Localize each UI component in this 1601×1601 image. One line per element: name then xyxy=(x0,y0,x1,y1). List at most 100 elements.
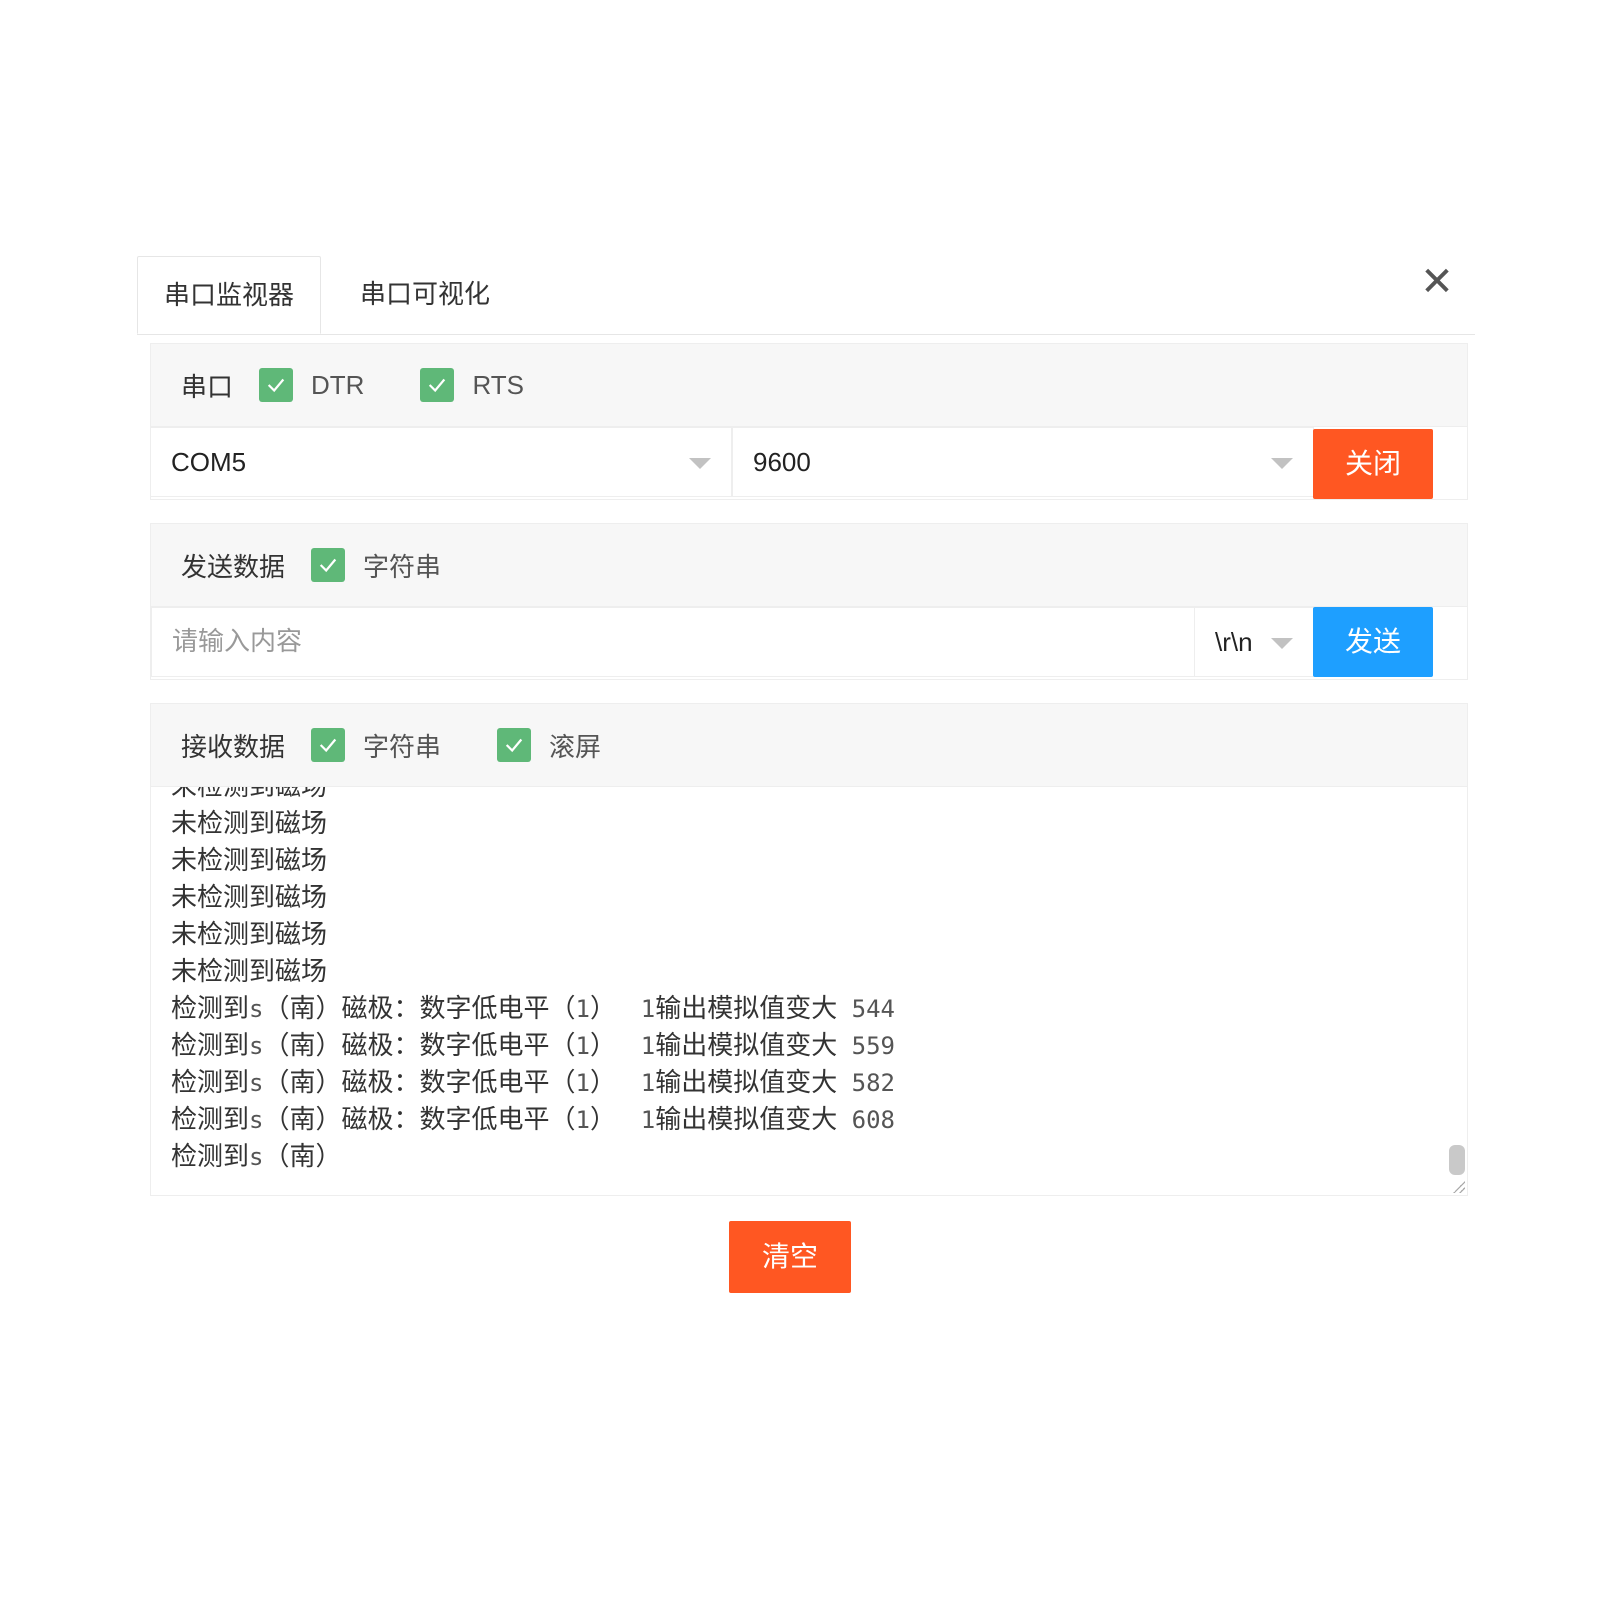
receive-line-segment: （南） xyxy=(263,1142,342,1172)
receive-line-segment: 未检测到磁场 xyxy=(171,846,328,876)
line-ending-select[interactable]: \r\n xyxy=(1194,607,1314,677)
receive-line-segment: 未检测到磁场 xyxy=(171,883,328,913)
close-icon[interactable]: ✕ xyxy=(1419,262,1455,302)
receive-line-segment: 检测到 xyxy=(171,1068,250,1098)
receive-line-segment: 输出模拟值变大 xyxy=(655,994,838,1024)
receive-line: 未检测到磁场 xyxy=(171,806,1447,843)
serial-port-section: 串口 DTR RTS COM5 9600 关闭 xyxy=(150,343,1468,500)
send-button[interactable]: 发送 xyxy=(1313,607,1433,677)
receive-line-segment: （南）磁极：数字低电平（ xyxy=(263,1105,576,1135)
send-data-label: 发送数据 xyxy=(181,552,286,583)
send-string-checkbox[interactable] xyxy=(311,548,346,582)
receive-line-segment: （南）磁极：数字低电平（ xyxy=(263,1031,576,1061)
receive-line-segment: 608 xyxy=(837,1106,895,1134)
chevron-down-icon xyxy=(689,458,711,469)
receive-line-segment: ） xyxy=(589,1068,641,1098)
receive-string-checkbox[interactable] xyxy=(311,728,346,762)
tab-serial-monitor[interactable]: 串口监视器 xyxy=(137,256,321,334)
receive-line-segment: 1 xyxy=(640,1032,656,1060)
receive-line-segment: ） xyxy=(589,1031,641,1061)
receive-line-segment: 未检测到磁场 xyxy=(171,787,328,802)
receive-line-segment: s xyxy=(249,1032,264,1060)
baud-rate-value: 9600 xyxy=(753,447,811,477)
check-icon xyxy=(429,378,446,393)
receive-line-segment: 输出模拟值变大 xyxy=(655,1068,838,1098)
send-string-label: 字符串 xyxy=(363,551,442,582)
resize-handle-icon[interactable] xyxy=(1453,1181,1465,1193)
receive-line-segment: 输出模拟值变大 xyxy=(655,1105,838,1135)
scrollbar-thumb[interactable] xyxy=(1449,1145,1465,1175)
check-icon xyxy=(319,558,337,573)
receive-line-segment: ） xyxy=(589,1105,641,1135)
auto-scroll-label: 滚屏 xyxy=(549,731,602,762)
receive-line-segment: 未检测到磁场 xyxy=(171,957,328,987)
send-data-section: 发送数据 字符串 \r\n 发送 xyxy=(150,523,1468,680)
receive-data-label: 接收数据 xyxy=(181,732,286,763)
receive-line-segment: （南）磁极：数字低电平（ xyxy=(263,994,576,1024)
send-controls: \r\n 发送 xyxy=(151,607,1467,679)
receive-line: 未检测到磁场 xyxy=(171,787,1447,806)
send-data-header: 发送数据 字符串 xyxy=(151,524,1467,607)
receive-line-segment: ） xyxy=(589,994,641,1024)
receive-line: 检测到s（南） xyxy=(171,1139,1447,1176)
receive-textarea[interactable]: 未检测到磁场 未检测到磁场 未检测到磁场 未检测到磁场 未检测到磁场 未检测到磁场 检测到s… xyxy=(151,787,1467,1195)
baud-rate-select[interactable]: 9600 xyxy=(732,427,1314,497)
receive-line: 未检测到磁场 xyxy=(171,880,1447,917)
receive-line-segment: s xyxy=(249,995,264,1023)
send-input[interactable] xyxy=(151,607,1196,677)
receive-line-segment: s xyxy=(249,1143,264,1171)
receive-line-segment: 检测到 xyxy=(171,1142,250,1172)
chevron-down-icon xyxy=(1271,638,1293,649)
port-select-value: COM5 xyxy=(171,447,247,477)
dtr-label: DTR xyxy=(311,369,365,400)
rts-checkbox[interactable] xyxy=(420,368,455,402)
rts-label: RTS xyxy=(472,369,524,400)
receive-string-label: 字符串 xyxy=(363,731,442,762)
receive-line: 检测到s（南）磁极：数字低电平（1） 1输出模拟值变大 544 xyxy=(171,991,1447,1028)
dtr-checkbox[interactable] xyxy=(259,368,294,402)
receive-data-section: 接收数据 字符串 滚屏 未检测到磁场 未检测到磁场 未检测到磁场 未检测到磁场 未检测到… xyxy=(150,703,1468,1196)
receive-line-segment: 1 xyxy=(640,1106,656,1134)
serial-port-header: 串口 DTR RTS xyxy=(151,344,1467,427)
receive-line-segment: 1 xyxy=(640,995,656,1023)
receive-line: 未检测到磁场 xyxy=(171,843,1447,880)
check-icon xyxy=(505,738,523,753)
close-port-button[interactable]: 关闭 xyxy=(1313,429,1433,499)
receive-line-segment: （南）磁极：数字低电平（ xyxy=(263,1068,576,1098)
receive-data-header: 接收数据 字符串 滚屏 xyxy=(151,704,1467,787)
receive-line-segment: s xyxy=(249,1069,264,1097)
receive-line-segment: 559 xyxy=(837,1032,895,1060)
receive-line: 检测到s（南）磁极：数字低电平（1） 1输出模拟值变大 608 xyxy=(171,1102,1447,1139)
tab-serial-visualization[interactable]: 串口可视化 xyxy=(327,256,523,334)
receive-line-segment: 1 xyxy=(640,1069,656,1097)
clear-button[interactable]: 清空 xyxy=(729,1221,851,1293)
serial-port-controls: COM5 9600 关闭 xyxy=(150,427,1467,499)
receive-line-segment: 1 xyxy=(575,1069,590,1097)
check-icon xyxy=(267,378,285,393)
receive-lines: 未检测到磁场 未检测到磁场 未检测到磁场 未检测到磁场 未检测到磁场 未检测到磁场 检测到s… xyxy=(171,787,1447,1176)
receive-line: 未检测到磁场 xyxy=(171,954,1447,991)
receive-line-segment: 检测到 xyxy=(171,994,250,1024)
receive-line-segment: 未检测到磁场 xyxy=(171,920,328,950)
serial-port-label: 串口 xyxy=(181,372,234,403)
receive-line-segment: 582 xyxy=(837,1069,895,1097)
chevron-down-icon xyxy=(1271,458,1293,469)
receive-line-segment: s xyxy=(249,1106,264,1134)
receive-line-segment: 1 xyxy=(575,995,590,1023)
receive-line: 检测到s（南）磁极：数字低电平（1） 1输出模拟值变大 559 xyxy=(171,1028,1447,1065)
receive-line: 未检测到磁场 xyxy=(171,917,1447,954)
tab-bar: 串口监视器 串口可视化 ✕ xyxy=(137,256,1475,335)
receive-line-segment: 未检测到磁场 xyxy=(171,809,328,839)
receive-line: 检测到s（南）磁极：数字低电平（1） 1输出模拟值变大 582 xyxy=(171,1065,1447,1102)
receive-line-segment: 检测到 xyxy=(171,1031,250,1061)
line-ending-value: \r\n xyxy=(1215,627,1253,657)
receive-line-segment: 检测到 xyxy=(171,1105,250,1135)
port-select[interactable]: COM5 xyxy=(150,427,732,497)
receive-line-segment: 1 xyxy=(575,1106,590,1134)
receive-line-segment: 1 xyxy=(575,1032,590,1060)
check-icon xyxy=(319,738,337,753)
serial-monitor-panel: 串口监视器 串口可视化 ✕ 串口 DTR RTS COM5 9600 关闭 发送… xyxy=(137,256,1475,1293)
auto-scroll-checkbox[interactable] xyxy=(497,728,532,762)
receive-line-segment: 544 xyxy=(837,995,895,1023)
receive-line-segment: 输出模拟值变大 xyxy=(655,1031,838,1061)
